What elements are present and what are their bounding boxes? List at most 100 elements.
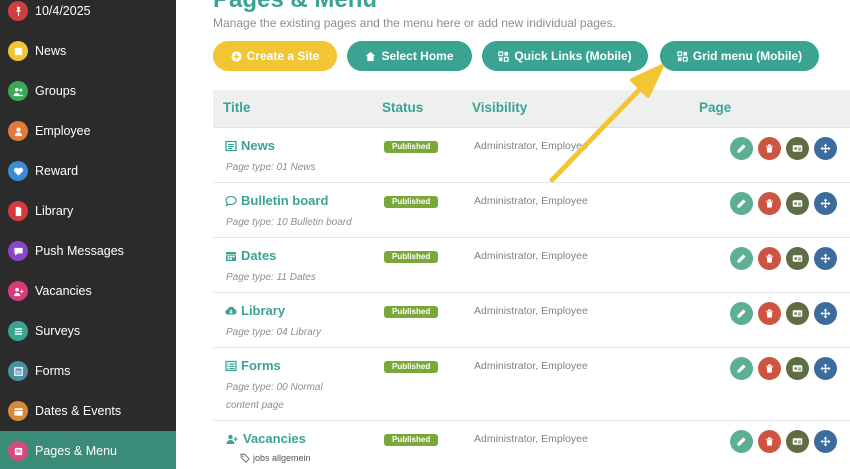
status-badge: Published xyxy=(384,196,439,208)
page-type: Page type: 00 Normal content page xyxy=(226,382,323,411)
trash-icon xyxy=(765,144,774,153)
table-row: Library Page type: 04 Library Published … xyxy=(213,293,850,348)
pencil-icon xyxy=(737,254,746,263)
chat-icon xyxy=(8,241,28,261)
delete-button[interactable] xyxy=(758,137,781,160)
pencil-icon xyxy=(737,199,746,208)
grid-menu-mobile-button[interactable]: Grid menu (Mobile) xyxy=(660,41,819,71)
details-button[interactable] xyxy=(786,192,809,215)
row-title-link[interactable]: Forms xyxy=(225,358,281,373)
table-row: Dates Page type: 11 Dates Published Admi… xyxy=(213,238,850,293)
pencil-icon xyxy=(737,144,746,153)
visibility-text: Administrator, Employee xyxy=(474,433,588,445)
id-card-icon xyxy=(792,365,803,372)
edit-button[interactable] xyxy=(730,357,753,380)
page-tag: jobs allgemein xyxy=(240,453,311,463)
newspaper-icon xyxy=(225,140,237,151)
sidebar-item-groups[interactable]: Groups xyxy=(0,71,176,111)
delete-button[interactable] xyxy=(758,192,781,215)
id-card-icon xyxy=(792,438,803,445)
trash-icon xyxy=(765,437,774,446)
column-header-visibility: Visibility xyxy=(472,100,528,115)
details-button[interactable] xyxy=(786,357,809,380)
row-title-link[interactable]: Dates xyxy=(225,248,276,263)
row-title-link[interactable]: News xyxy=(225,138,275,153)
page-subtitle: Manage the existing pages and the menu h… xyxy=(213,16,616,30)
status-badge: Published xyxy=(384,141,439,153)
page-type: Page type: 04 Library xyxy=(226,327,322,338)
edit-button[interactable] xyxy=(730,302,753,325)
row-title-link[interactable]: Vacancies xyxy=(225,431,306,446)
sidebar-item-employee[interactable]: Employee xyxy=(0,111,176,151)
file-icon xyxy=(8,201,28,221)
move-button[interactable] xyxy=(814,302,837,325)
edit-button[interactable] xyxy=(730,137,753,160)
quick-links-mobile-button[interactable]: Quick Links (Mobile) xyxy=(482,41,648,71)
move-button[interactable] xyxy=(814,357,837,380)
sidebar-item-forms[interactable]: Forms xyxy=(0,351,176,391)
details-button[interactable] xyxy=(786,137,809,160)
grid-icon xyxy=(677,50,688,62)
edit-button[interactable] xyxy=(730,247,753,270)
visibility-text: Administrator, Employee xyxy=(474,360,588,372)
app: 10/4/2025 News Groups Employee Reward Li… xyxy=(0,0,850,469)
sidebar-item-dates-events[interactable]: Dates & Events xyxy=(0,391,176,431)
move-button[interactable] xyxy=(814,192,837,215)
id-card-icon xyxy=(792,310,803,317)
pages-icon xyxy=(8,441,28,461)
delete-button[interactable] xyxy=(758,357,781,380)
sidebar-item-library[interactable]: Library xyxy=(0,191,176,231)
table-row: Forms Page type: 00 Normal content page … xyxy=(213,348,850,421)
row-actions xyxy=(730,247,837,270)
column-header-status: Status xyxy=(382,100,424,115)
sidebar-item-vacancies[interactable]: Vacancies xyxy=(0,271,176,311)
plus-circle-icon xyxy=(231,50,242,62)
pencil-icon xyxy=(737,364,746,373)
pencil-icon xyxy=(737,309,746,318)
move-icon xyxy=(820,198,831,209)
create-site-button[interactable]: Create a Site xyxy=(213,41,337,71)
move-button[interactable] xyxy=(814,137,837,160)
move-button[interactable] xyxy=(814,430,837,453)
pin-icon xyxy=(8,1,28,21)
sidebar-item-date[interactable]: 10/4/2025 xyxy=(0,0,176,31)
home-icon xyxy=(366,51,376,61)
details-button[interactable] xyxy=(786,430,809,453)
sidebar-item-pages-menu[interactable]: Pages & Menu xyxy=(0,431,176,469)
move-button[interactable] xyxy=(814,247,837,270)
delete-button[interactable] xyxy=(758,302,781,325)
sidebar-item-news[interactable]: News xyxy=(0,31,176,71)
sidebar-item-label: Dates & Events xyxy=(35,404,122,418)
row-actions xyxy=(730,137,837,160)
page-type: Page type: 10 Bulletin board xyxy=(226,217,352,228)
calendar-icon xyxy=(8,401,28,421)
sidebar-item-surveys[interactable]: Surveys xyxy=(0,311,176,351)
details-button[interactable] xyxy=(786,302,809,325)
row-title-link[interactable]: Library xyxy=(225,303,285,318)
status-badge: Published xyxy=(384,434,439,446)
row-actions xyxy=(730,430,837,453)
details-button[interactable] xyxy=(786,247,809,270)
id-card-icon xyxy=(792,145,803,152)
edit-button[interactable] xyxy=(730,430,753,453)
users-icon xyxy=(8,81,28,101)
user-plus-icon xyxy=(226,434,238,444)
form-icon xyxy=(8,361,28,381)
news-icon xyxy=(8,41,28,61)
sidebar-item-reward[interactable]: Reward xyxy=(0,151,176,191)
row-title-link[interactable]: Bulletin board xyxy=(225,193,328,208)
delete-button[interactable] xyxy=(758,430,781,453)
page-title: Pages & Menu xyxy=(213,0,377,14)
delete-button[interactable] xyxy=(758,247,781,270)
table-row: Bulletin board Page type: 10 Bulletin bo… xyxy=(213,183,850,238)
sidebar-item-label: 10/4/2025 xyxy=(35,4,91,18)
sidebar-item-label: Vacancies xyxy=(35,284,92,298)
calendar-icon xyxy=(226,251,236,261)
id-card-icon xyxy=(792,200,803,207)
sidebar-item-label: News xyxy=(35,44,67,58)
move-icon xyxy=(820,143,831,154)
select-home-button[interactable]: Select Home xyxy=(347,41,472,71)
grid-icon xyxy=(498,50,509,62)
edit-button[interactable] xyxy=(730,192,753,215)
sidebar-item-push-messages[interactable]: Push Messages xyxy=(0,231,176,271)
